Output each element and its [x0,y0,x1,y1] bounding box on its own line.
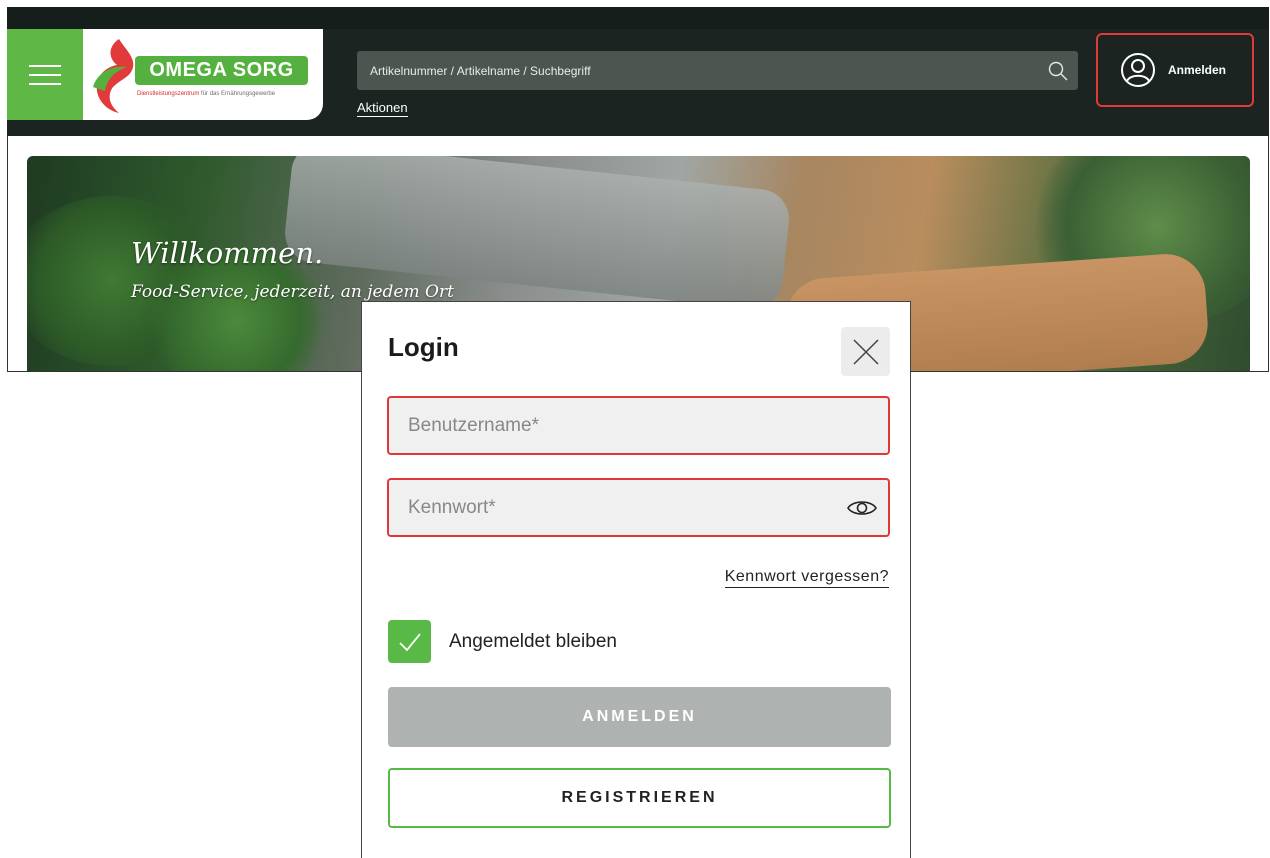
stay-logged-in-label: Angemeldet bleiben [449,630,617,652]
user-icon [1121,53,1155,87]
hero-title: Willkommen. [131,236,324,270]
password-field[interactable] [387,478,890,537]
page: OMEGA SORG Dienstleistungszentrum für da… [0,0,1270,858]
hero-subtitle: Food-Service, jederzeit, an jedem Ort [131,282,454,302]
username-field[interactable] [387,396,890,455]
show-password-button[interactable] [836,488,888,528]
eye-icon [847,500,877,515]
search-bar[interactable]: Artikelnummer / Artikelname / Suchbegrif… [357,51,1078,90]
stay-logged-in-checkbox[interactable] [388,620,431,663]
brand-tagline: Dienstleistungszentrum für das Ernährung… [137,91,319,97]
login-modal: Login Kennwort vergessen? Angemeldet ble… [361,301,911,858]
logo-swirl-icon [93,39,134,113]
top-strip [7,7,1269,29]
menu-button[interactable] [7,29,83,120]
modal-title: Login [388,332,459,362]
login-button[interactable]: ANMELDEN [388,687,891,747]
brand-tagline-grey: für das Ernährungsgewerbe [201,91,276,97]
brand-logo[interactable]: OMEGA SORG Dienstleistungszentrum für da… [83,29,323,120]
header-login-button[interactable]: Anmelden [1096,33,1254,107]
brand-tagline-red: Dienstleistungszentrum [137,91,200,97]
stay-logged-in[interactable]: Angemeldet bleiben [388,620,617,663]
close-button[interactable] [841,327,890,376]
forgot-password-link[interactable]: Kennwort vergessen? [724,567,889,588]
search-input[interactable]: Artikelnummer / Artikelname / Suchbegrif… [357,64,1038,78]
close-icon [852,338,879,365]
register-button[interactable]: REGISTRIEREN [388,768,891,828]
password-input[interactable] [408,496,836,519]
search-button[interactable] [1038,51,1078,90]
brand-name: OMEGA SORG [135,56,308,85]
username-input[interactable] [408,414,888,437]
search-icon [1048,61,1068,80]
hamburger-icon [29,64,61,85]
checkmark-icon [398,632,421,651]
header-login-label: Anmelden [1168,63,1227,77]
nav-link-aktionen[interactable]: Aktionen [357,100,408,117]
